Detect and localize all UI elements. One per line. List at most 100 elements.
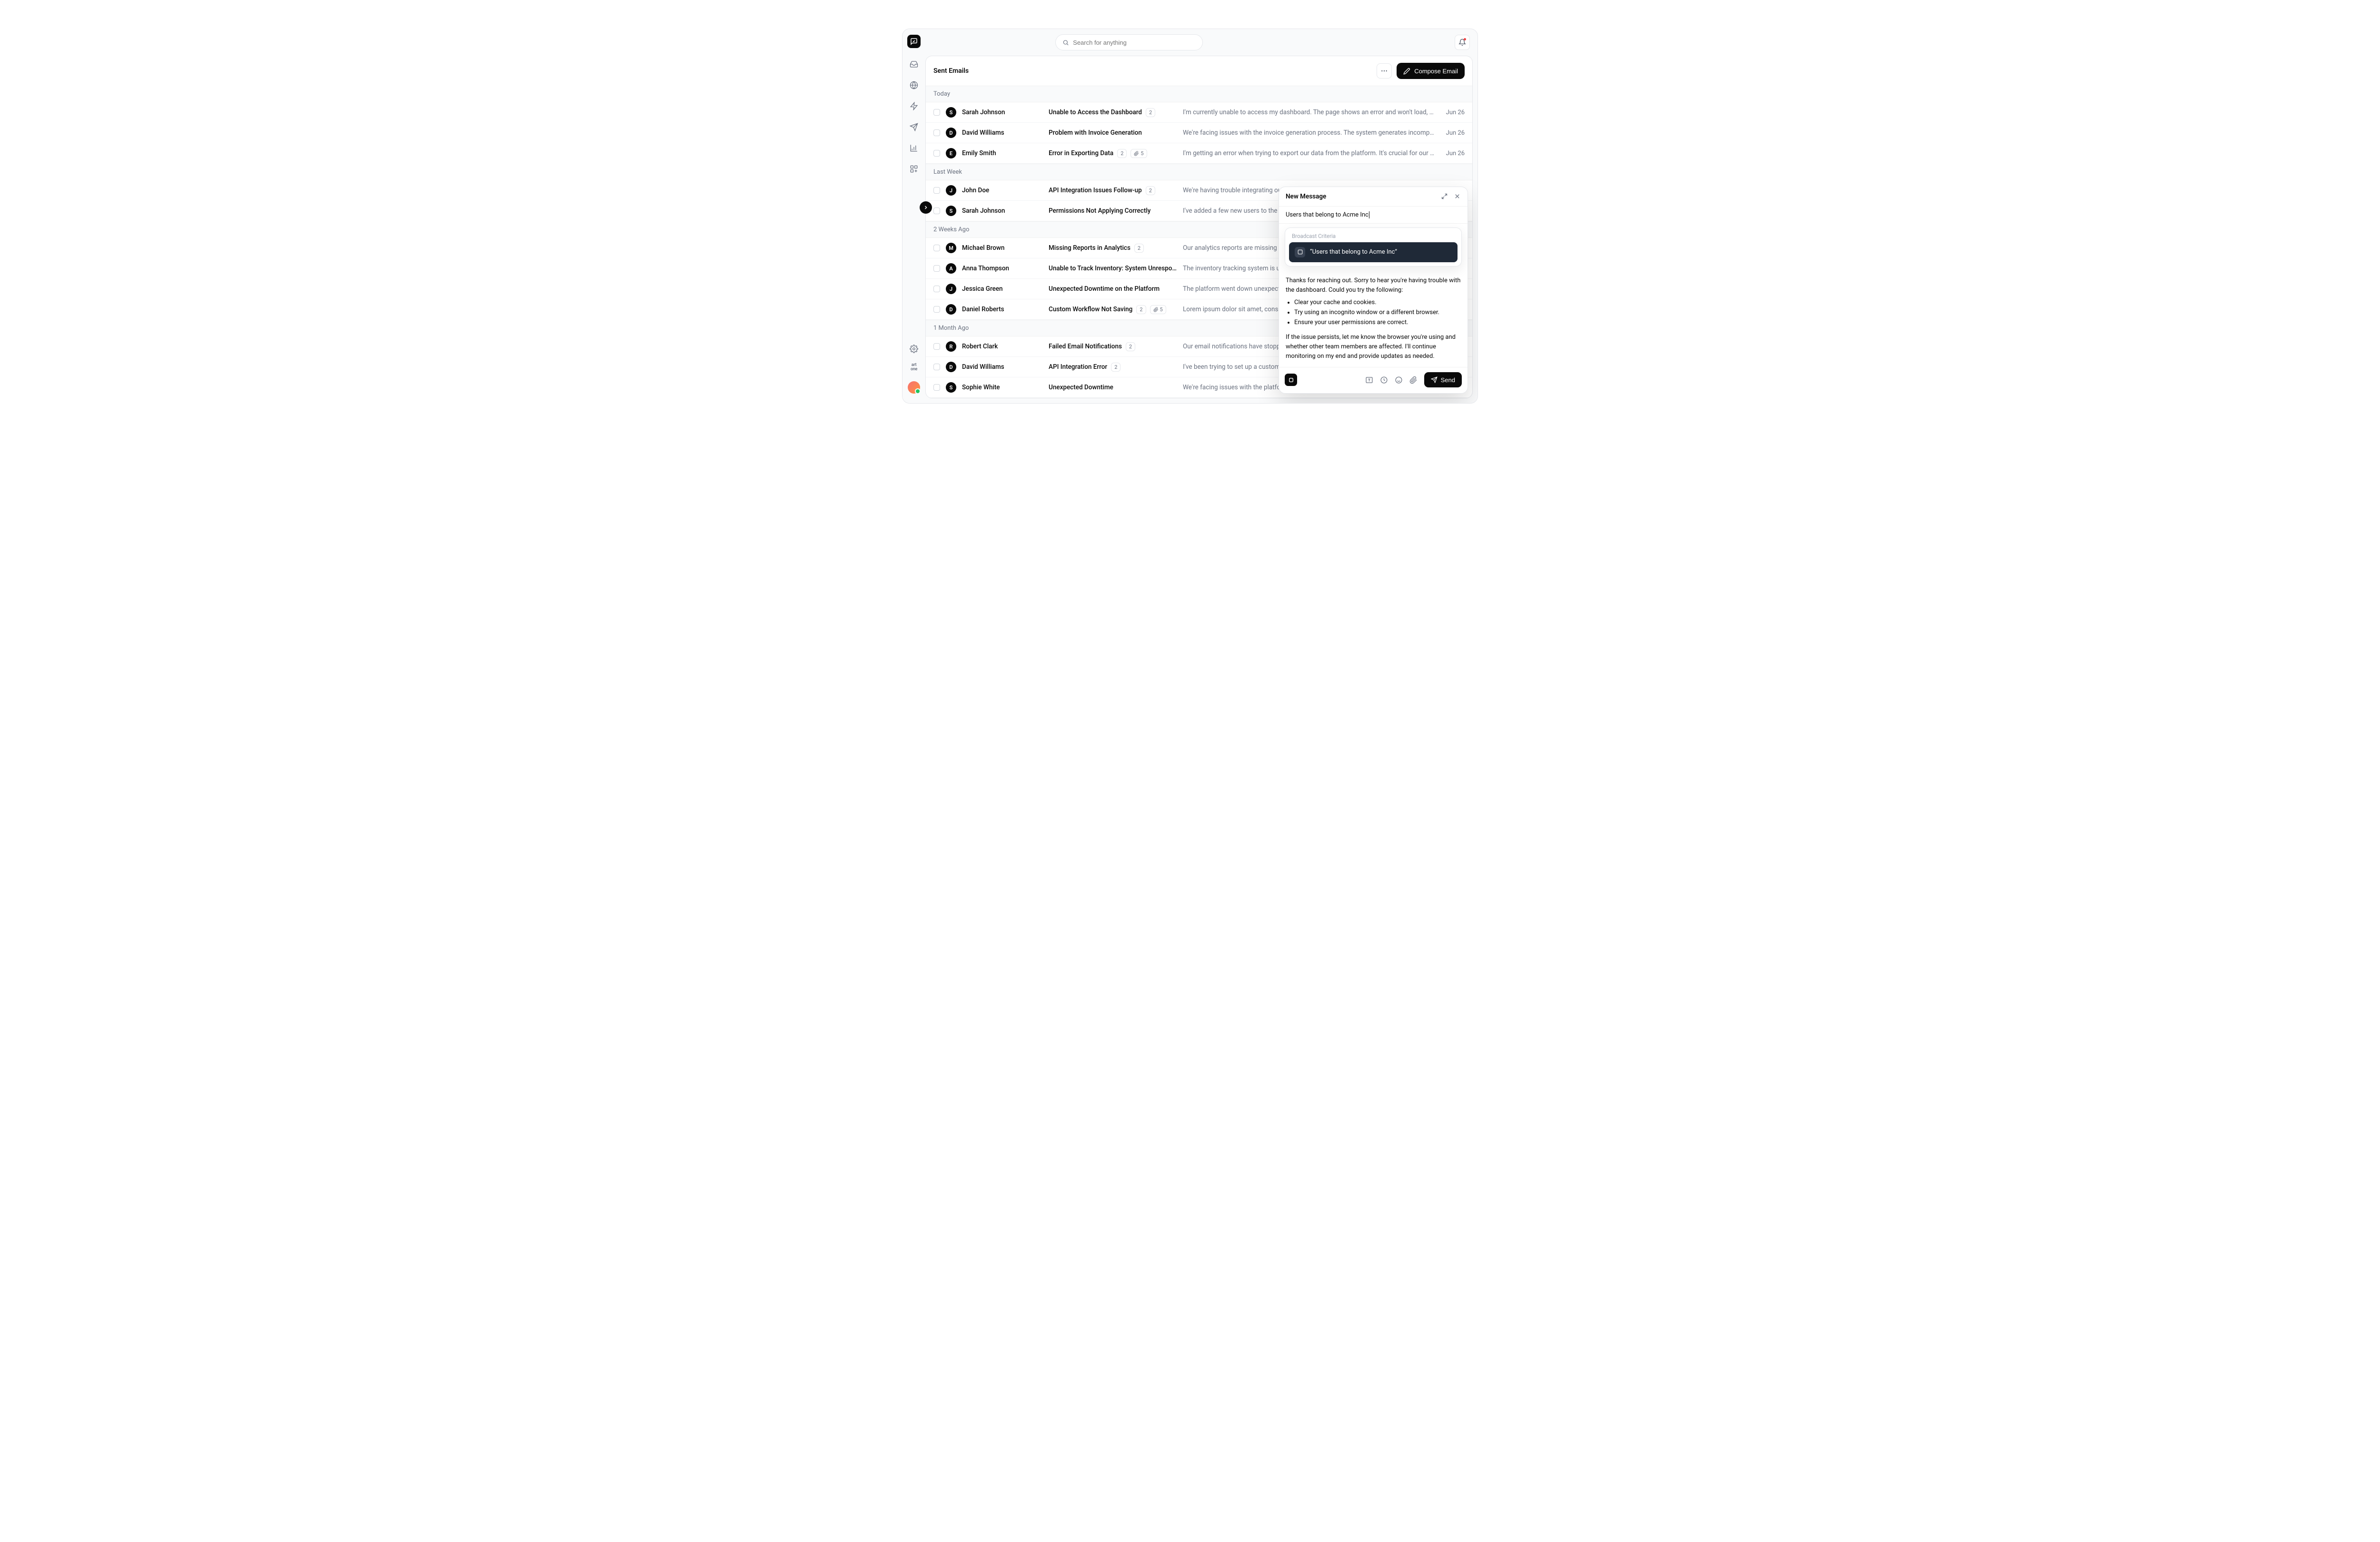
segment-icon	[1295, 247, 1305, 257]
email-subject: Permissions Not Applying Correctly	[1049, 207, 1150, 215]
topbar	[925, 29, 1478, 56]
settings-icon[interactable]	[909, 344, 919, 354]
app-icon[interactable]	[1285, 374, 1297, 386]
thread-count-badge: 2	[1117, 149, 1127, 158]
broadcast-label: Broadcast Criteria	[1289, 232, 1458, 242]
compose-button[interactable]: Compose Email	[1397, 63, 1465, 79]
message-body[interactable]: Thanks for reaching out. Sorry to hear y…	[1279, 267, 1468, 367]
row-checkbox[interactable]	[933, 150, 940, 157]
sender-avatar: D	[946, 362, 956, 372]
thread-count-badge: 2	[1126, 342, 1135, 351]
more-icon	[1380, 67, 1388, 75]
sender-name: Jessica Green	[962, 285, 1043, 293]
thread-count-badge: 2	[1146, 186, 1155, 195]
clock-icon[interactable]	[1380, 376, 1388, 384]
thread-count-badge: 2	[1111, 363, 1121, 372]
broadcast-option[interactable]: “Users that belong to Acme Inc”	[1289, 242, 1458, 262]
sender-name: Emily Smith	[962, 149, 1043, 157]
search-input[interactable]	[1055, 34, 1203, 50]
sender-avatar: J	[946, 185, 956, 196]
notifications-button[interactable]	[1455, 35, 1470, 50]
email-subject: Failed Email Notifications	[1049, 343, 1122, 350]
row-checkbox[interactable]	[933, 245, 940, 251]
sender-avatar: D	[946, 128, 956, 138]
sidebar-expand-button[interactable]	[920, 201, 932, 214]
emoji-icon[interactable]	[1395, 376, 1403, 384]
attachment-icon[interactable]	[1409, 376, 1418, 384]
sender-avatar: S	[946, 107, 956, 118]
row-checkbox[interactable]	[933, 129, 940, 136]
email-subject: Unexpected Downtime	[1049, 384, 1113, 391]
sender-name: David Williams	[962, 129, 1043, 137]
row-checkbox[interactable]	[933, 306, 940, 313]
email-row[interactable]: E Emily Smith Error in Exporting Data25 …	[926, 143, 1472, 164]
compose-title: New Message	[1286, 193, 1326, 200]
sender-avatar: E	[946, 148, 956, 158]
sender-avatar: S	[946, 206, 956, 216]
email-subject: Missing Reports in Analytics	[1049, 244, 1130, 252]
page-title: Sent Emails	[933, 67, 969, 75]
sender-name: Michael Brown	[962, 244, 1043, 252]
sender-name: Robert Clark	[962, 343, 1043, 350]
email-preview: We're facing issues with the invoice gen…	[1183, 129, 1435, 137]
sidebar: artone	[902, 29, 925, 403]
compose-dialog: New Message Users that belong to Acme In…	[1279, 187, 1468, 394]
email-date: Jun 26	[1446, 150, 1465, 157]
email-subject: Problem with Invoice Generation	[1049, 129, 1142, 137]
email-row[interactable]: D David Williams Problem with Invoice Ge…	[926, 123, 1472, 143]
email-date: Jun 26	[1446, 109, 1465, 116]
email-subject: API Integration Issues Follow-up	[1049, 187, 1142, 194]
row-checkbox[interactable]	[933, 187, 940, 194]
send-icon[interactable]	[909, 122, 919, 132]
group-header: Last Week	[926, 164, 1472, 180]
sender-avatar: M	[946, 243, 956, 253]
thread-count-badge: 2	[1134, 244, 1144, 253]
search-icon	[1062, 39, 1069, 46]
row-checkbox[interactable]	[933, 286, 940, 292]
bolt-icon[interactable]	[909, 101, 919, 111]
close-icon[interactable]	[1454, 193, 1461, 200]
sender-name: Sophie White	[962, 384, 1043, 391]
chart-icon[interactable]	[909, 143, 919, 153]
expand-icon[interactable]	[1441, 193, 1448, 200]
email-preview: I'm getting an error when trying to expo…	[1183, 149, 1435, 157]
broadcast-suggestion: Broadcast Criteria “Users that belong to…	[1285, 227, 1462, 267]
email-subject: Unexpected Downtime on the Platform	[1049, 285, 1160, 293]
email-date: Jun 26	[1446, 129, 1465, 137]
inbox-icon[interactable]	[909, 59, 919, 69]
sender-avatar: R	[946, 341, 956, 352]
row-checkbox[interactable]	[933, 265, 940, 272]
sender-name: Sarah Johnson	[962, 207, 1043, 215]
attachment-badge: 5	[1150, 305, 1166, 314]
sender-name: John Doe	[962, 187, 1043, 194]
row-checkbox[interactable]	[933, 208, 940, 214]
row-checkbox[interactable]	[933, 364, 940, 370]
email-row[interactable]: S Sarah Johnson Unable to Access the Das…	[926, 102, 1472, 123]
sender-name: David Williams	[962, 363, 1043, 371]
email-subject: Error in Exporting Data	[1049, 149, 1113, 157]
text-format-icon[interactable]	[1365, 376, 1373, 384]
globe-icon[interactable]	[909, 80, 919, 90]
user-avatar[interactable]	[908, 381, 920, 394]
row-checkbox[interactable]	[933, 109, 940, 116]
email-preview: I'm currently unable to access my dashbo…	[1183, 109, 1435, 116]
attachment-badge: 5	[1130, 149, 1147, 158]
sender-avatar: A	[946, 263, 956, 274]
row-checkbox[interactable]	[933, 343, 940, 350]
send-button[interactable]: Send	[1424, 372, 1462, 387]
bell-icon	[1458, 39, 1466, 46]
apps-icon[interactable]	[909, 164, 919, 174]
email-subject: Custom Workflow Not Saving	[1049, 306, 1132, 313]
email-subject: Unable to Track Inventory: System Unresp…	[1049, 265, 1177, 272]
sender-avatar: D	[946, 304, 956, 315]
email-subject: API Integration Error	[1049, 363, 1107, 371]
sender-name: Anna Thompson	[962, 265, 1043, 272]
app-logo[interactable]	[907, 35, 921, 48]
recipients-field[interactable]: Users that belong to Acme Inc	[1279, 206, 1468, 224]
more-button[interactable]	[1377, 63, 1392, 79]
group-header: Today	[926, 86, 1472, 102]
row-checkbox[interactable]	[933, 384, 940, 391]
brand-label: artone	[911, 363, 917, 372]
sender-name: Sarah Johnson	[962, 109, 1043, 116]
send-icon	[1431, 376, 1438, 383]
